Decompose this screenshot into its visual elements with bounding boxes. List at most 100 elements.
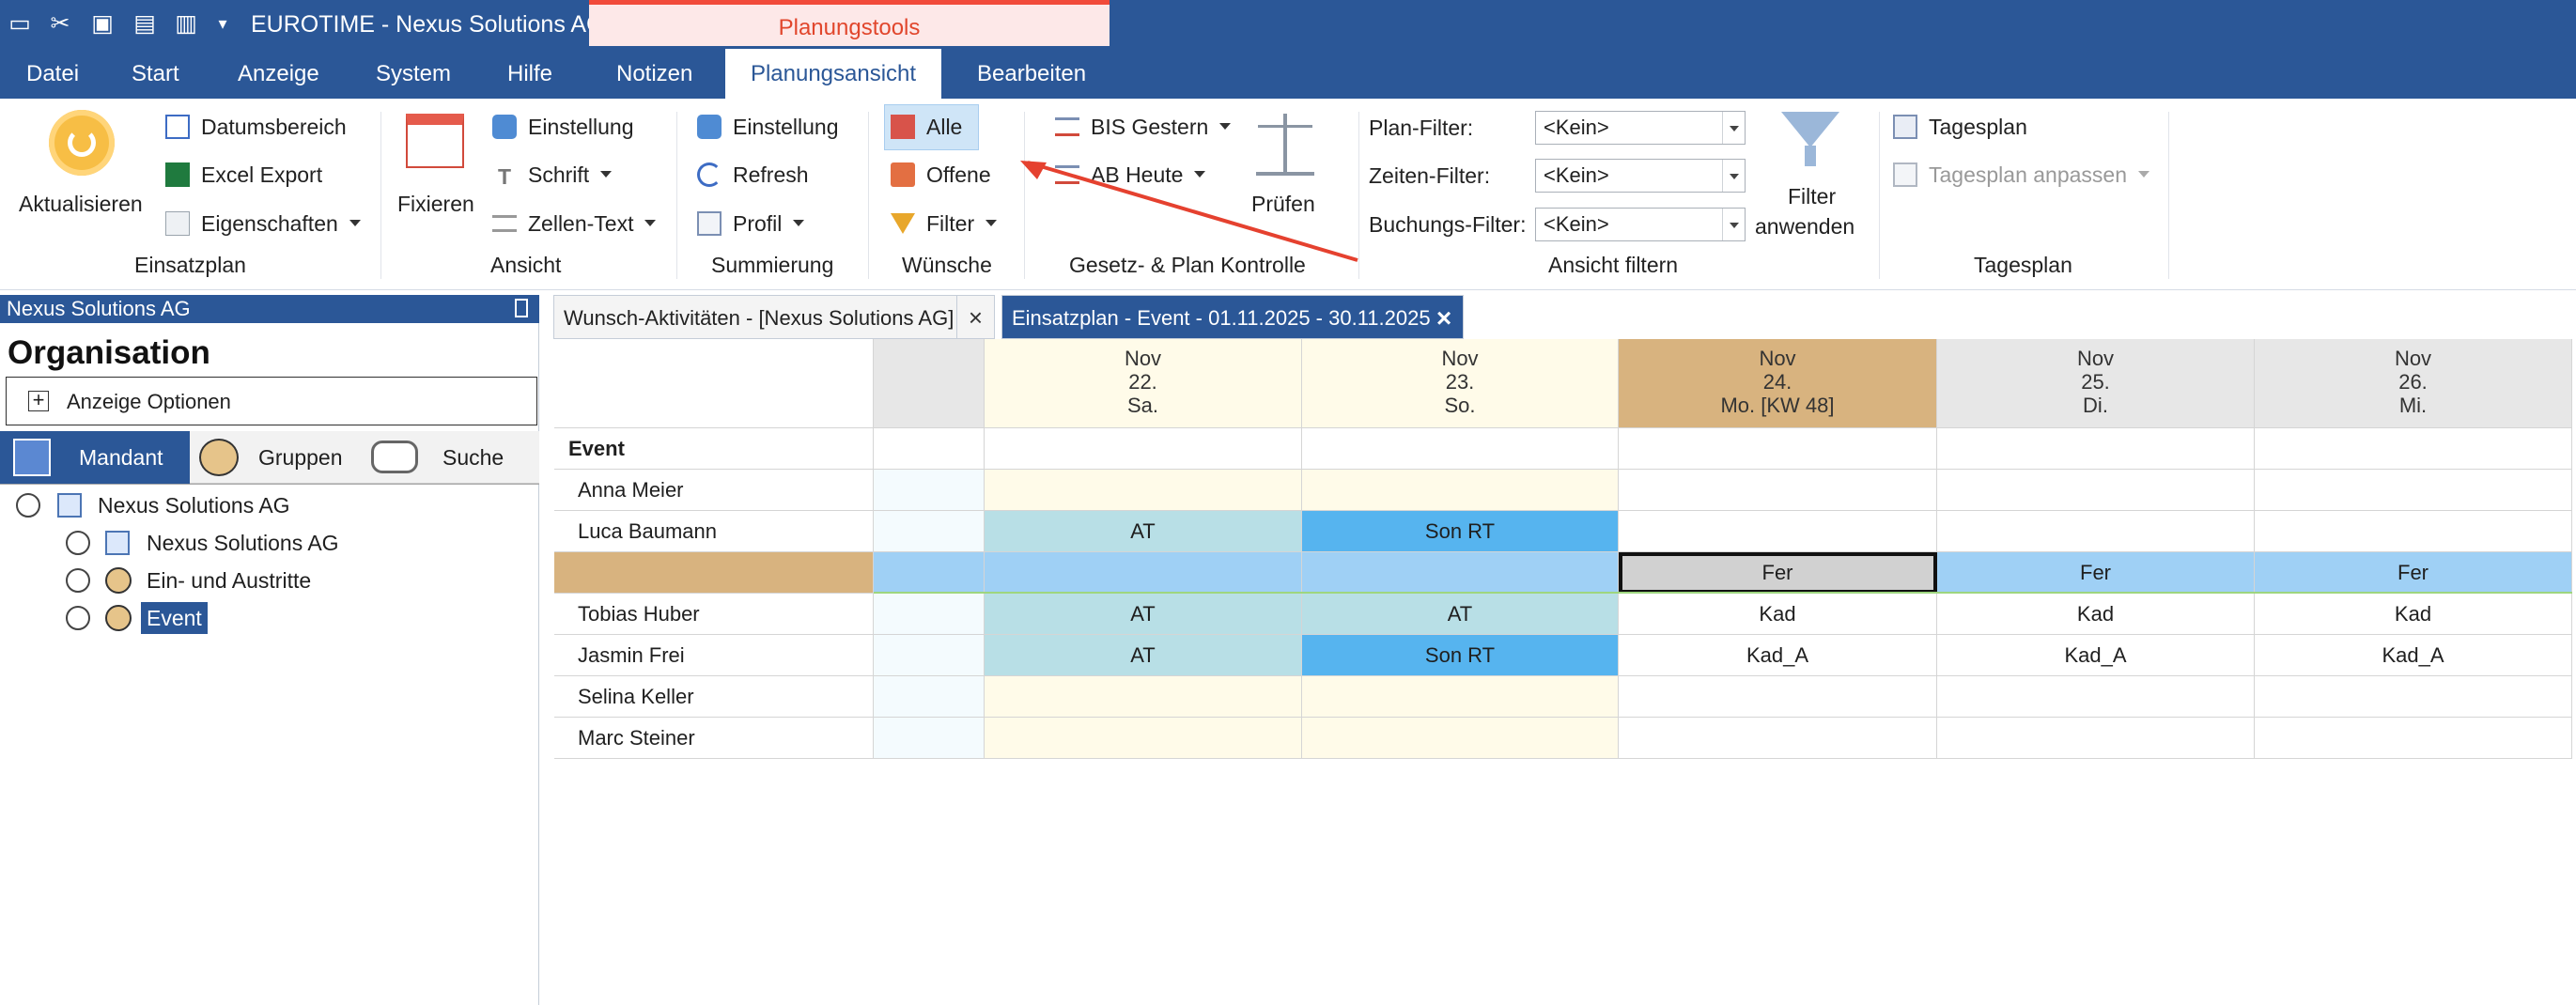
schedule-cell[interactable] — [985, 552, 1302, 594]
schedule-cell[interactable] — [2255, 718, 2572, 759]
schedule-cell[interactable] — [1302, 676, 1619, 718]
menu-system[interactable]: System — [376, 49, 451, 99]
schedule-cell[interactable]: AT — [985, 594, 1302, 635]
tab-suche[interactable]: Suche — [362, 431, 539, 484]
dropdown-arrow-icon[interactable] — [1722, 112, 1745, 144]
scales-icon[interactable] — [1256, 114, 1314, 176]
schedule-cell[interactable] — [874, 718, 985, 759]
schedule-cell[interactable] — [1937, 511, 2255, 552]
save-all-icon[interactable]: ▥ — [172, 8, 200, 39]
schedule-cell[interactable] — [874, 676, 985, 718]
selected-schedule-cell[interactable]: Fer — [1619, 552, 1937, 594]
zeiten-filter-select[interactable]: <Kein> — [1535, 159, 1746, 193]
buchungs-filter-select[interactable]: <Kein> — [1535, 208, 1746, 241]
schedule-cell[interactable]: Kad — [1937, 594, 2255, 635]
new-document-icon[interactable]: ▭ — [6, 8, 34, 39]
schedule-cell[interactable] — [2255, 676, 2572, 718]
employee-name-cell[interactable]: Luca Baumann — [554, 511, 874, 552]
cut-icon[interactable]: ✂ — [46, 8, 74, 39]
tree-item-ein-austritte[interactable]: Ein- und Austritte — [147, 564, 311, 596]
schedule-cell[interactable] — [1619, 718, 1937, 759]
schedule-cell[interactable] — [874, 511, 985, 552]
schedule-cell[interactable] — [2255, 470, 2572, 511]
schedule-cell[interactable] — [1937, 676, 2255, 718]
schedule-cell[interactable]: AT — [985, 635, 1302, 676]
employee-name-cell[interactable]: Anna Meier — [554, 470, 874, 511]
menu-start[interactable]: Start — [132, 49, 179, 99]
dropdown-arrow-icon[interactable] — [1722, 160, 1745, 192]
aktualisieren-button[interactable]: Aktualisieren — [19, 190, 143, 218]
tab-mandant[interactable]: Mandant — [0, 431, 190, 484]
fixieren-button[interactable]: Fixieren — [397, 190, 474, 218]
refresh-circle-icon[interactable] — [49, 110, 115, 176]
day-header-cell[interactable] — [874, 339, 985, 428]
menu-planungsansicht[interactable]: Planungsansicht — [725, 49, 941, 99]
doc-tab-einsatzplan[interactable]: Einsatzplan - Event - 01.11.2025 - 30.11… — [1001, 295, 1464, 339]
ab-heute-button[interactable]: AB Heute — [1055, 161, 1206, 189]
schedule-cell[interactable]: Kad_A — [1937, 635, 2255, 676]
offene-button[interactable]: Offene — [891, 161, 991, 189]
schedule-cell[interactable] — [985, 718, 1302, 759]
filter-anwenden-line2[interactable]: anwenden — [1755, 212, 1854, 240]
schedule-cell[interactable] — [1619, 511, 1937, 552]
tab-gruppen[interactable]: Gruppen — [190, 431, 362, 484]
schedule-cell[interactable]: Kad — [1619, 594, 1937, 635]
tree-item-event-selected[interactable]: Event — [141, 602, 208, 634]
paste-icon[interactable]: ▣ — [88, 8, 116, 39]
employee-name-cell[interactable] — [554, 552, 874, 594]
employee-name-cell[interactable]: Tobias Huber — [554, 594, 874, 635]
schedule-cell[interactable] — [985, 470, 1302, 511]
summierung-einstellung-button[interactable]: Einstellung — [697, 113, 839, 141]
anzeige-optionen-box[interactable]: + Anzeige Optionen — [6, 377, 537, 425]
schedule-cell[interactable] — [874, 552, 985, 594]
schedule-cell[interactable] — [1937, 470, 2255, 511]
calendar-icon[interactable] — [406, 114, 464, 168]
schedule-cell[interactable]: Fer — [1937, 552, 2255, 594]
schedule-cell[interactable] — [874, 594, 985, 635]
employee-name-cell[interactable]: Selina Keller — [554, 676, 874, 718]
schedule-cell[interactable]: Kad — [2255, 594, 2572, 635]
schedule-cell[interactable] — [1937, 718, 2255, 759]
filter-funnel-icon[interactable] — [1781, 112, 1839, 166]
collapse-icon[interactable] — [16, 493, 40, 518]
pruefen-button[interactable]: Prüfen — [1251, 190, 1315, 218]
tree-item-nexus[interactable]: Nexus Solutions AG — [147, 527, 339, 559]
schedule-cell[interactable] — [1302, 470, 1619, 511]
schedule-cell[interactable]: Kad_A — [2255, 635, 2572, 676]
employee-name-cell[interactable]: Marc Steiner — [554, 718, 874, 759]
profil-button[interactable]: Profil — [697, 209, 805, 238]
expand-plus-icon[interactable]: + — [28, 390, 49, 411]
schrift-button[interactable]: T Schrift — [492, 161, 613, 189]
schedule-cell[interactable]: Fer — [2255, 552, 2572, 594]
schedule-cell[interactable] — [1302, 718, 1619, 759]
day-header-cell[interactable]: Nov 23. So. — [1302, 339, 1619, 428]
day-header-cell[interactable]: Nov 22. Sa. — [985, 339, 1302, 428]
schedule-cell[interactable] — [2255, 511, 2572, 552]
bis-gestern-button[interactable]: BIS Gestern — [1055, 113, 1232, 141]
schedule-cell[interactable]: Son RT — [1302, 511, 1619, 552]
menu-hilfe[interactable]: Hilfe — [507, 49, 552, 99]
eigenschaften-button[interactable]: Eigenschaften — [165, 209, 361, 238]
schedule-cell[interactable] — [985, 676, 1302, 718]
schedule-cell[interactable] — [1302, 552, 1619, 594]
schedule-cell[interactable]: Son RT — [1302, 635, 1619, 676]
quick-access-dropdown-icon[interactable]: ▾ — [209, 8, 237, 39]
menu-datei[interactable]: Datei — [26, 49, 79, 99]
schedule-cell[interactable] — [1619, 470, 1937, 511]
employee-name-cell[interactable]: Jasmin Frei — [554, 635, 874, 676]
schedule-cell[interactable] — [1619, 676, 1937, 718]
schedule-cell[interactable] — [874, 635, 985, 676]
datumsbereich-button[interactable]: Datumsbereich — [165, 113, 347, 141]
refresh-button[interactable]: Refresh — [697, 161, 809, 189]
expand-arrow-icon[interactable] — [66, 568, 90, 593]
day-header-cell[interactable]: Nov 25. Di. — [1937, 339, 2255, 428]
close-icon[interactable]: × — [956, 296, 994, 340]
day-header-cell[interactable] — [554, 339, 874, 428]
tree-item-root[interactable]: Nexus Solutions AG — [98, 489, 290, 521]
excel-export-button[interactable]: Excel Export — [165, 161, 322, 189]
menu-notizen[interactable]: Notizen — [616, 49, 692, 99]
filter-anwenden-line1[interactable]: Filter — [1788, 182, 1836, 210]
expand-arrow-icon[interactable] — [66, 531, 90, 555]
context-tab-planungstools[interactable]: Planungstools — [589, 0, 1110, 46]
menu-bearbeiten[interactable]: Bearbeiten — [977, 49, 1086, 99]
